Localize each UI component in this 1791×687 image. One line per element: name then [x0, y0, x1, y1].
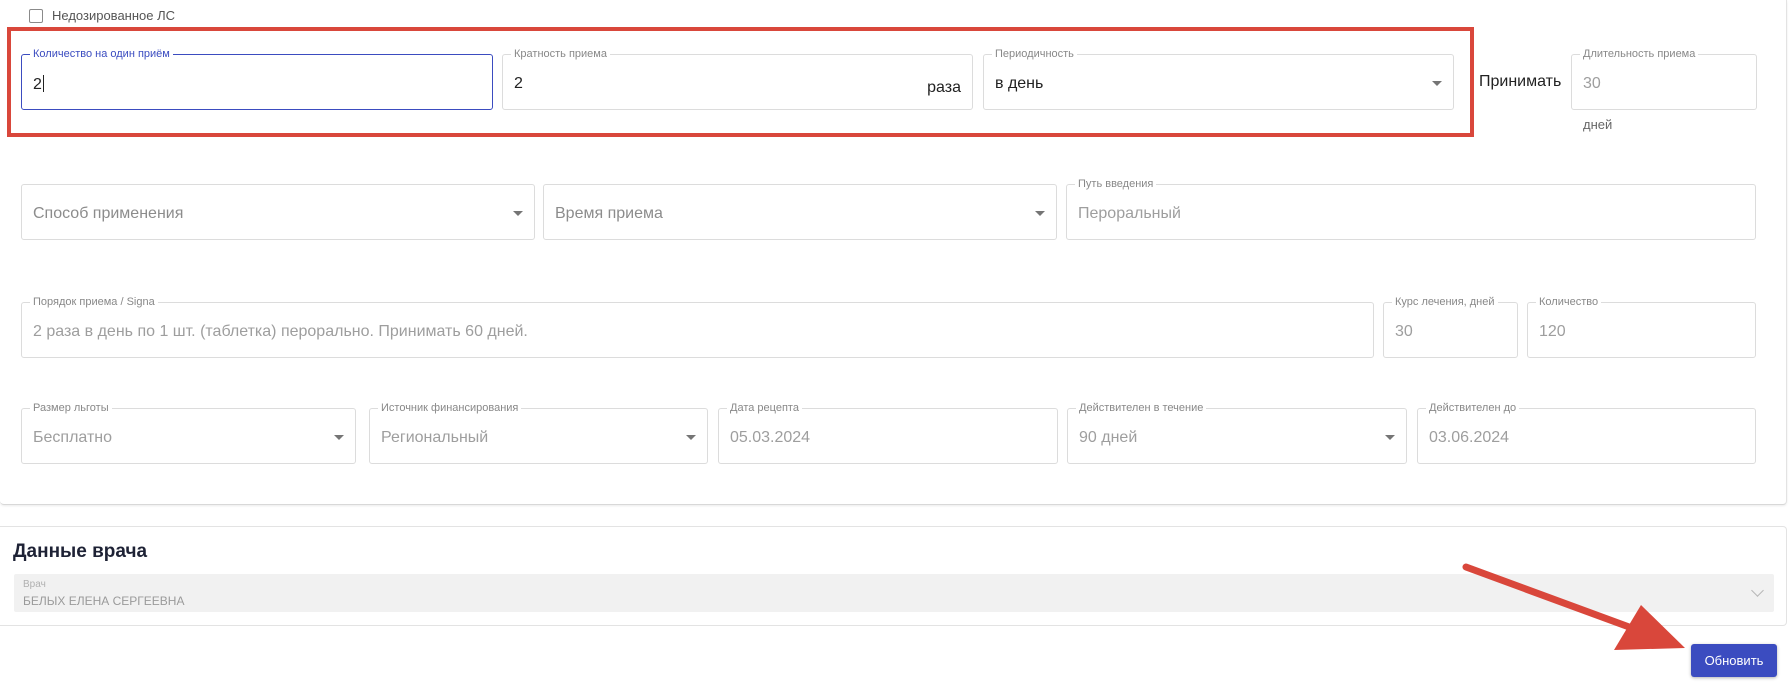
duration-field[interactable]: Длительность приема 30: [1571, 48, 1757, 110]
frequency-label: Кратность приема: [511, 48, 610, 60]
frequency-suffix: раза: [927, 79, 961, 96]
benefit-size-select[interactable]: Размер льготы Бесплатно: [21, 402, 356, 464]
undosed-checkbox-row[interactable]: Недозированное ЛС: [29, 8, 175, 23]
undosed-checkbox[interactable]: [29, 8, 43, 23]
amount-label: Количество: [1536, 296, 1602, 308]
prescription-date-label: Дата рецепта: [727, 402, 802, 414]
valid-until-label: Действителен до: [1426, 402, 1520, 414]
take-label: Принимать: [1479, 73, 1562, 90]
chevron-down-icon[interactable]: [1385, 435, 1395, 440]
frequency-value: 2: [514, 75, 523, 92]
intake-time-placeholder: Время приема: [555, 205, 663, 222]
frequency-field[interactable]: Кратность приема 2 раза: [502, 48, 973, 110]
chevron-down-icon[interactable]: [1751, 584, 1764, 597]
administration-method-placeholder: Способ применения: [33, 205, 184, 222]
duration-value: 30: [1583, 75, 1601, 92]
valid-until-field[interactable]: Действителен до 03.06.2024: [1417, 402, 1756, 464]
signa-label: Порядок приема / Signa: [30, 296, 158, 308]
amount-value: 120: [1539, 323, 1566, 340]
chevron-down-icon[interactable]: [513, 211, 523, 216]
periodicity-label: Периодичность: [992, 48, 1077, 60]
doctor-select[interactable]: Врач БЕЛЫХ ЕЛЕНА СЕРГЕЕВНА: [14, 574, 1774, 612]
course-days-field[interactable]: Курс лечения, дней 30: [1383, 296, 1518, 358]
duration-label: Длительность приема: [1580, 48, 1699, 60]
course-days-value: 30: [1395, 323, 1413, 340]
text-cursor: [42, 75, 44, 92]
signa-value: 2 раза в день по 1 шт. (таблетка) перора…: [33, 323, 528, 340]
doctor-panel: Данные врача Врач БЕЛЫХ ЕЛЕНА СЕРГЕЕВНА: [0, 526, 1787, 626]
quantity-per-dose-field[interactable]: Количество на один приём 2: [21, 48, 493, 110]
benefit-size-label: Размер льготы: [30, 402, 112, 414]
route-value: Пероральный: [1078, 205, 1181, 222]
undosed-checkbox-label: Недозированное ЛС: [52, 8, 176, 23]
course-days-label: Курс лечения, дней: [1392, 296, 1498, 308]
chevron-down-icon[interactable]: [1432, 81, 1442, 86]
prescription-date-value: 05.03.2024: [730, 429, 811, 446]
chevron-down-icon[interactable]: [1035, 211, 1045, 216]
signa-field[interactable]: Порядок приема / Signa 2 раза в день по …: [21, 296, 1374, 358]
valid-until-value: 03.06.2024: [1429, 429, 1510, 446]
chevron-down-icon[interactable]: [334, 435, 344, 440]
benefit-size-value: Бесплатно: [33, 429, 113, 446]
quantity-per-dose-value: 2: [33, 76, 42, 93]
doctor-label: Врач: [23, 579, 46, 590]
update-button[interactable]: Обновить: [1691, 644, 1777, 677]
doctor-section-title: Данные врача: [13, 541, 148, 562]
periodicity-select[interactable]: Периодичность в день: [983, 48, 1454, 110]
valid-for-value: 90 дней: [1079, 429, 1138, 446]
duration-unit: дней: [1583, 117, 1613, 132]
prescription-date-field[interactable]: Дата рецепта 05.03.2024: [718, 402, 1058, 464]
funding-source-select[interactable]: Источник финансирования Региональный: [369, 402, 708, 464]
valid-for-label: Действителен в течение: [1076, 402, 1207, 414]
funding-source-label: Источник финансирования: [378, 402, 522, 414]
route-label: Путь введения: [1075, 178, 1157, 190]
route-field[interactable]: Путь введения Пероральный: [1066, 178, 1756, 240]
funding-source-value: Региональный: [381, 429, 489, 446]
amount-field[interactable]: Количество 120: [1527, 296, 1756, 358]
intake-time-select[interactable]: Время приема: [543, 184, 1057, 240]
prescription-panel: Недозированное ЛС Количество на один при…: [0, 0, 1787, 505]
doctor-value: БЕЛЫХ ЕЛЕНА СЕРГЕЕВНА: [23, 594, 185, 608]
chevron-down-icon[interactable]: [686, 435, 696, 440]
valid-for-select[interactable]: Действителен в течение 90 дней: [1067, 402, 1407, 464]
quantity-per-dose-label: Количество на один приём: [30, 48, 173, 60]
administration-method-select[interactable]: Способ применения: [21, 184, 535, 240]
periodicity-value: в день: [995, 75, 1044, 92]
